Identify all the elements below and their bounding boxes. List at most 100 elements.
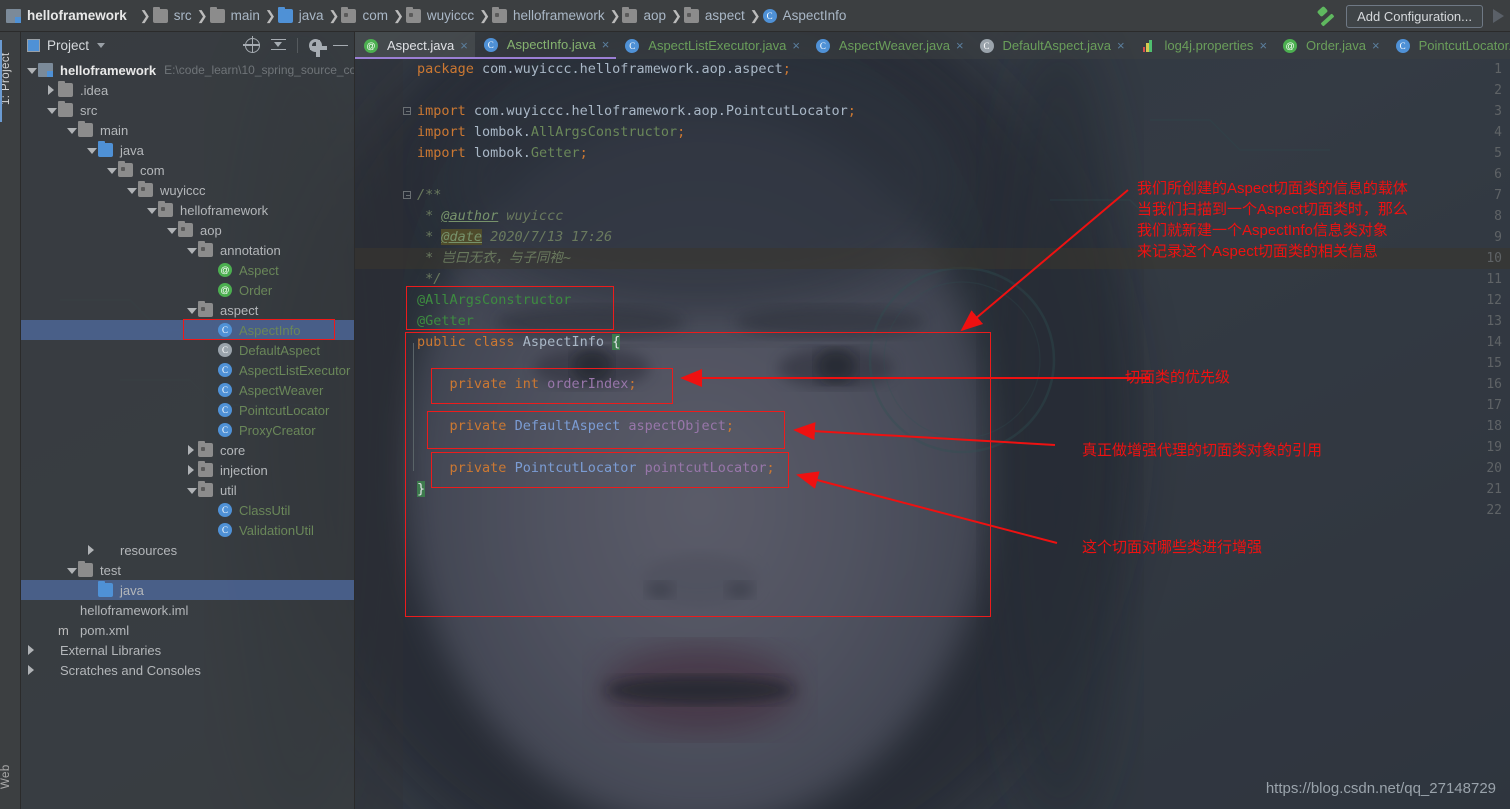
tree-right-arrow-icon[interactable] xyxy=(25,640,38,660)
close-icon[interactable]: × xyxy=(792,39,800,52)
tree-row-validationutil[interactable]: C ValidationUtil xyxy=(21,520,354,540)
tree-row-aspectlistexecutor[interactable]: C AspectListExecutor xyxy=(21,360,354,380)
tree-row--idea[interactable]: .idea xyxy=(21,80,354,100)
tree-row-helloframework[interactable]: helloframework xyxy=(21,200,354,220)
tree-down-arrow-icon[interactable] xyxy=(45,100,58,120)
breadcrumb[interactable]: helloframework ❯ src ❯ main ❯ java ❯ com ❯ wuyiccc… xyxy=(4,0,851,32)
tree-row-aspect[interactable]: aspect xyxy=(21,300,354,320)
line-number: 6 xyxy=(1494,167,1502,182)
breadcrumb-item-aspect[interactable]: aspect xyxy=(682,0,750,32)
hide-icon[interactable] xyxy=(333,38,348,53)
breadcrumb-item-helloframework[interactable]: helloframework xyxy=(490,0,610,32)
tree-row-proxycreator[interactable]: C ProxyCreator xyxy=(21,420,354,440)
collapse-all-icon[interactable] xyxy=(271,38,286,53)
tree-row-main[interactable]: main xyxy=(21,120,354,140)
tree-row-util[interactable]: util xyxy=(21,480,354,500)
breadcrumb-item-java[interactable]: java xyxy=(276,0,329,32)
tree-row-com[interactable]: com xyxy=(21,160,354,180)
tree-row-injection[interactable]: injection xyxy=(21,460,354,480)
tree-row-pom-xml[interactable]: m pom.xml xyxy=(21,620,354,640)
editor-tab-defaultaspect-java[interactable]: C DefaultAspect.java × xyxy=(971,32,1132,59)
tree-right-arrow-icon[interactable] xyxy=(25,660,38,680)
tree-right-arrow-icon[interactable] xyxy=(85,540,98,560)
editor-tab-log4j-properties[interactable]: log4j.properties × xyxy=(1132,32,1274,59)
tree-down-arrow-icon[interactable] xyxy=(185,240,198,260)
gear-icon[interactable] xyxy=(309,38,327,57)
tree-down-arrow-icon[interactable] xyxy=(65,560,78,580)
chevron-down-icon[interactable] xyxy=(97,42,106,48)
tree-right-arrow-icon[interactable] xyxy=(185,440,198,460)
tree-row-annotation[interactable]: annotation xyxy=(21,240,354,260)
tree-down-arrow-icon[interactable] xyxy=(105,160,118,180)
editor-tab-bar[interactable]: @ Aspect.java × C AspectInfo.java × C AspectLis… xyxy=(355,32,1510,59)
fold-marker-javadoc[interactable] xyxy=(402,185,412,206)
line-number: 22 xyxy=(1486,503,1502,518)
tree-down-arrow-icon[interactable] xyxy=(85,140,98,160)
tree-row-aspectweaver[interactable]: C AspectWeaver xyxy=(21,380,354,400)
editor-tab-pointcutlocator-java[interactable]: CPointcutLocator.java× xyxy=(1387,32,1510,59)
tree-row-defaultaspect[interactable]: C DefaultAspect xyxy=(21,340,354,360)
tree-right-arrow-icon[interactable] xyxy=(45,80,58,100)
editor-tab-aspectweaver-java[interactable]: C AspectWeaver.java × xyxy=(807,32,971,59)
tree-down-arrow-icon[interactable] xyxy=(165,220,178,240)
code-editor[interactable]: 1 2 3 4 5 6 7 8 9 10 11 12 13 14 15 16 17 18 19 20 21 22 pack… xyxy=(355,59,1510,809)
tree-row-aspectinfo[interactable]: C AspectInfo xyxy=(21,320,354,340)
build-hammer-icon[interactable] xyxy=(1316,5,1338,27)
close-icon[interactable]: × xyxy=(1372,39,1380,52)
tool-window-tab-project[interactable]: 1: Project xyxy=(0,34,21,124)
tree-row-classutil[interactable]: C ClassUtil xyxy=(21,500,354,520)
editor-tab-aspect-java[interactable]: @ Aspect.java × xyxy=(355,32,475,59)
tree-down-arrow-icon[interactable] xyxy=(125,180,138,200)
add-configuration-button[interactable]: Add Configuration... xyxy=(1346,4,1483,28)
tree-row-src[interactable]: src xyxy=(21,100,354,120)
tree-row-test[interactable]: test xyxy=(21,560,354,580)
tree-row-scratches-and-consoles[interactable]: Scratches and Consoles xyxy=(21,660,354,680)
tree-down-arrow-icon[interactable] xyxy=(185,300,198,320)
breadcrumb-item-aop[interactable]: aop xyxy=(620,0,671,32)
tree-down-arrow-icon[interactable] xyxy=(145,200,158,220)
close-icon[interactable]: × xyxy=(460,39,468,52)
tree-row-java[interactable]: java xyxy=(21,140,354,160)
close-icon[interactable]: × xyxy=(602,38,610,51)
breadcrumb-item-src[interactable]: src xyxy=(151,0,197,32)
tree-row-pointcutlocator[interactable]: C PointcutLocator xyxy=(21,400,354,420)
tree-row-order[interactable]: @ Order xyxy=(21,280,354,300)
tree-right-arrow-icon[interactable] xyxy=(185,460,198,480)
breadcrumb-item-aspectinfo[interactable]: C AspectInfo xyxy=(761,0,852,32)
editor-tab-aspectlistexecutor-java[interactable]: C AspectListExecutor.java × xyxy=(616,32,807,59)
tree-row-aspect[interactable]: @ Aspect xyxy=(21,260,354,280)
project-tree[interactable]: helloframework E:\code_learn\10_spring_so… xyxy=(21,58,354,680)
breadcrumb-item-label: src xyxy=(173,8,192,23)
tree-row-external-libraries[interactable]: External Libraries xyxy=(21,640,354,660)
tree-row-label: src xyxy=(80,102,98,118)
run-triangle-icon[interactable] xyxy=(1493,9,1504,23)
tool-window-tab-web[interactable]: Web xyxy=(0,749,21,805)
close-icon[interactable]: × xyxy=(956,39,964,52)
tree-down-arrow-icon[interactable] xyxy=(185,480,198,500)
tree-down-arrow-icon[interactable] xyxy=(65,120,78,140)
breadcrumb-item-label: helloframework xyxy=(513,8,605,23)
tree-row-path: E:\code_learn\10_spring_source_co xyxy=(164,63,355,77)
tree-row-wuyiccc[interactable]: wuyiccc xyxy=(21,180,354,200)
tree-row-resources[interactable]: resources xyxy=(21,540,354,560)
editor-tab-aspectinfo-java[interactable]: C AspectInfo.java × xyxy=(474,32,617,59)
tree-down-arrow-icon[interactable] xyxy=(25,60,38,80)
tree-row-aop[interactable]: aop xyxy=(21,220,354,240)
locate-icon[interactable] xyxy=(243,35,260,53)
tree-row-helloframework-iml[interactable]: helloframework.iml xyxy=(21,600,354,620)
close-icon[interactable]: × xyxy=(1259,39,1267,52)
tree-row-core[interactable]: core xyxy=(21,440,354,460)
breadcrumb-item-com[interactable]: com xyxy=(339,0,393,32)
line-number: 19 xyxy=(1486,440,1502,455)
breadcrumb-item-helloframework[interactable]: helloframework xyxy=(4,0,140,32)
tree-row-java[interactable]: java xyxy=(21,580,354,600)
package-icon xyxy=(198,461,213,477)
fold-marker-imports[interactable] xyxy=(402,101,412,122)
close-icon[interactable]: × xyxy=(1117,39,1125,52)
breadcrumb-item-wuyiccc[interactable]: wuyiccc xyxy=(404,0,479,32)
breadcrumb-item-main[interactable]: main xyxy=(208,0,265,32)
editor-tab-order-java[interactable]: @ Order.java × xyxy=(1274,32,1387,59)
tree-row-helloframework[interactable]: helloframework E:\code_learn\10_spring_so… xyxy=(21,60,354,80)
